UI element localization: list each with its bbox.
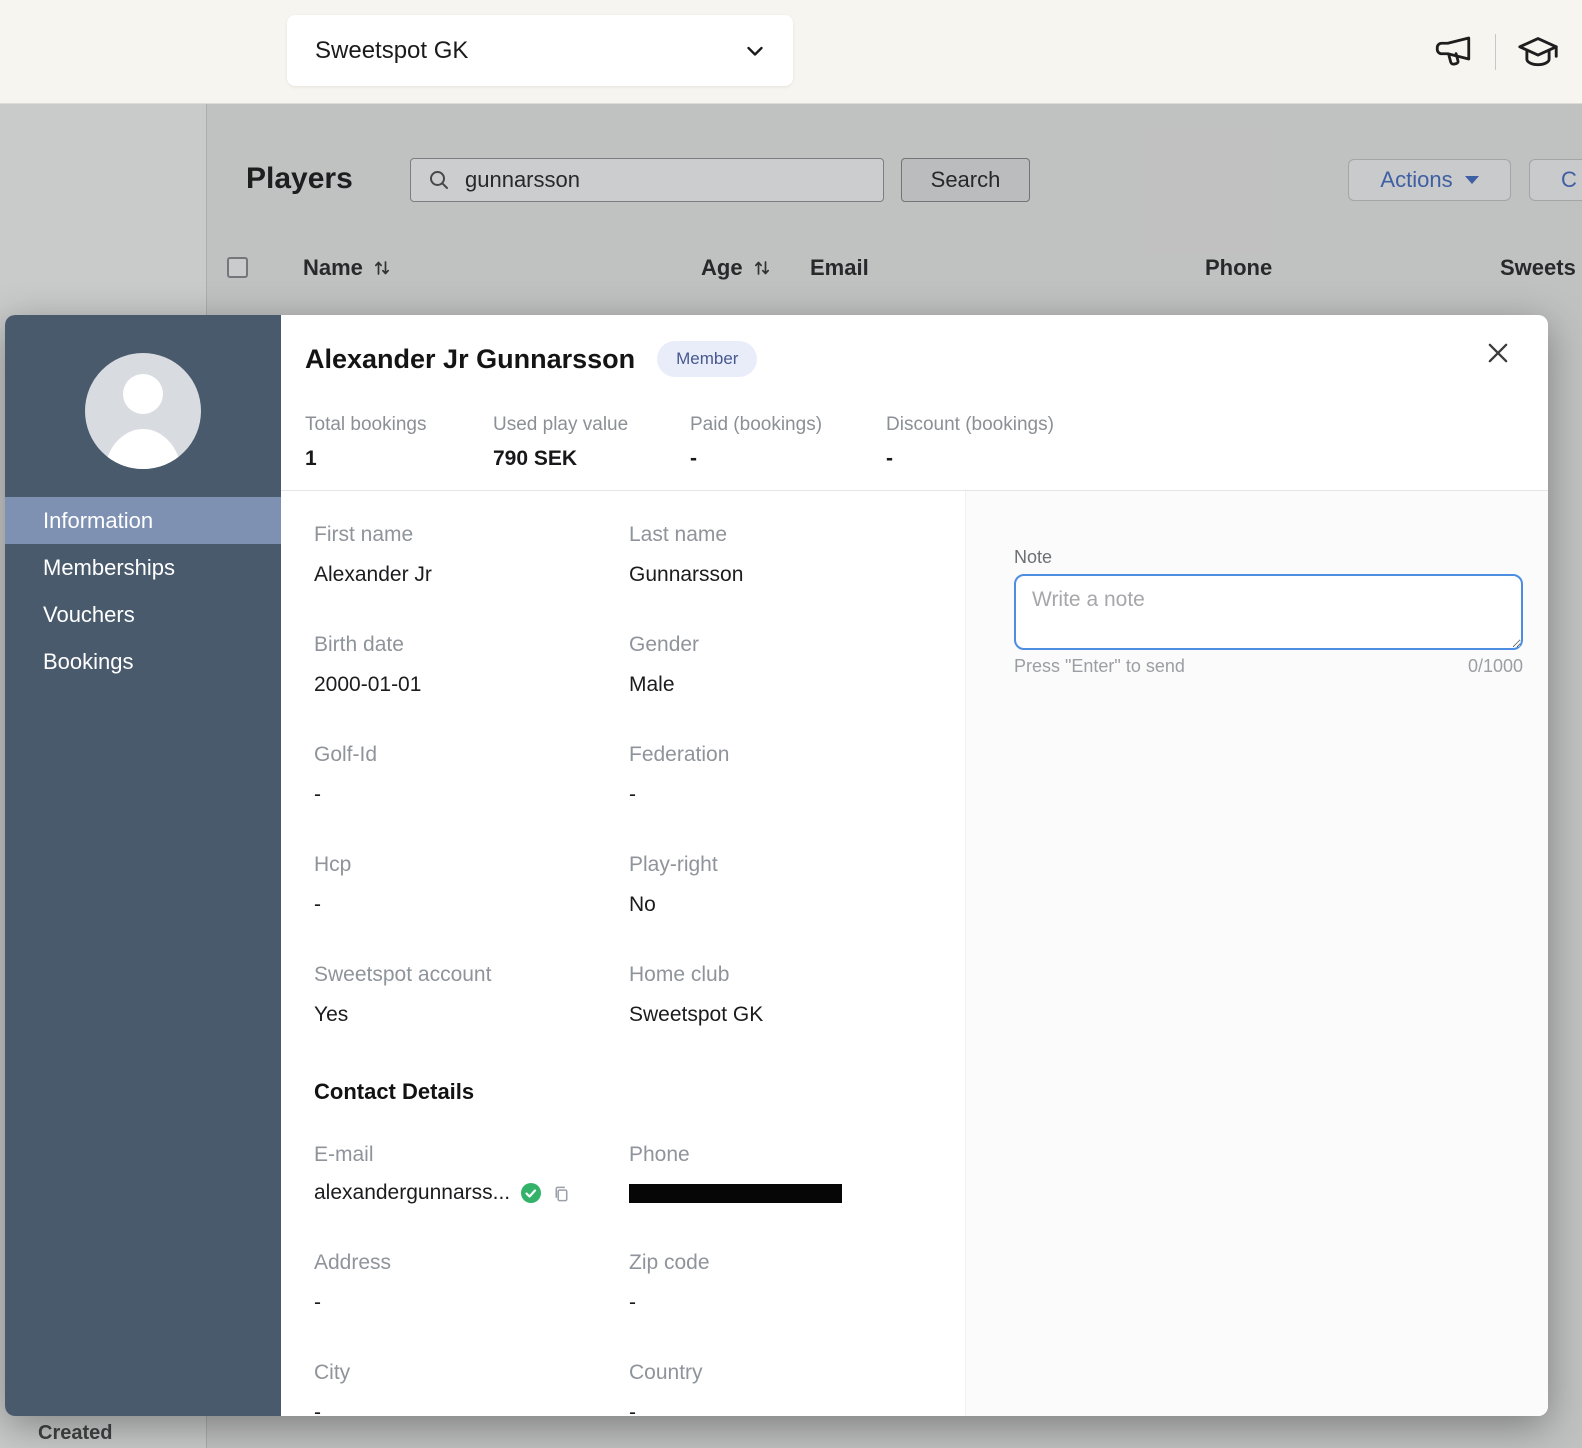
note-char-counter: 0/1000 (1468, 656, 1523, 677)
field-play-right: Play-right No (629, 853, 965, 917)
field-phone: Phone (629, 1143, 965, 1205)
menu-item-memberships-label: Memberships (43, 555, 175, 581)
field-label: Home club (629, 963, 965, 987)
stat-label: Total bookings (305, 414, 477, 436)
contact-details-title: Contact Details (314, 1079, 965, 1105)
field-label: Phone (629, 1143, 965, 1167)
field-value: Gunnarsson (629, 563, 965, 587)
member-badge: Member (657, 341, 757, 377)
player-stats-row: Total bookings 1 Used play value 790 SEK… (305, 414, 1548, 471)
player-name-title: Alexander Jr Gunnarsson (305, 344, 635, 375)
topbar: Sweetspot GK (0, 0, 1582, 104)
field-value: Male (629, 673, 965, 697)
field-value: - (629, 783, 965, 807)
field-label: Country (629, 1361, 965, 1385)
stat-label: Paid (bookings) (690, 414, 870, 436)
field-value: - (314, 783, 629, 807)
field-sweetspot-account: Sweetspot account Yes (314, 963, 629, 1027)
field-value: - (629, 1291, 965, 1315)
stat-discount-bookings: Discount (bookings) - (886, 414, 1070, 471)
stat-used-play-value: Used play value 790 SEK (493, 414, 690, 471)
field-label: Zip code (629, 1251, 965, 1275)
field-federation: Federation - (629, 743, 965, 807)
menu-item-bookings-label: Bookings (43, 649, 134, 675)
menu-item-vouchers-label: Vouchers (43, 602, 135, 628)
field-label: Sweetspot account (314, 963, 629, 987)
field-label: Federation (629, 743, 965, 767)
player-modal-sidebar: Information Memberships Vouchers Booking… (5, 315, 281, 1416)
field-label: Address (314, 1251, 629, 1275)
player-avatar (85, 353, 201, 469)
field-label: First name (314, 523, 629, 547)
avatar-torso (104, 429, 182, 469)
field-label: Play-right (629, 853, 965, 877)
field-home-club: Home club Sweetspot GK (629, 963, 965, 1027)
menu-item-bookings[interactable]: Bookings (5, 638, 281, 685)
field-address: Address - (314, 1251, 629, 1315)
field-label: City (314, 1361, 629, 1385)
field-birth-date: Birth date 2000-01-01 (314, 633, 629, 697)
field-zip-code: Zip code - (629, 1251, 965, 1315)
field-value: Sweetspot GK (629, 1003, 965, 1027)
field-label: Golf-Id (314, 743, 629, 767)
stat-value: 790 SEK (493, 447, 674, 471)
field-value: - (314, 1291, 629, 1315)
field-first-name: First name Alexander Jr (314, 523, 629, 587)
topbar-divider (1495, 34, 1496, 70)
stat-value: - (690, 447, 870, 471)
field-email: E-mail alexandergunnarss... (314, 1143, 629, 1205)
player-modal-header: Alexander Jr Gunnarsson Member Total boo… (281, 315, 1548, 471)
field-label: Last name (629, 523, 965, 547)
club-selector-dropdown[interactable]: Sweetspot GK (287, 15, 793, 86)
chevron-down-icon (743, 39, 767, 63)
email-value: alexandergunnarss... (314, 1181, 510, 1205)
avatar-head (123, 374, 163, 414)
player-detail-modal: Information Memberships Vouchers Booking… (5, 315, 1548, 1416)
verified-icon (520, 1182, 542, 1204)
field-hcp: Hcp - (314, 853, 629, 917)
field-golf-id: Golf-Id - (314, 743, 629, 807)
player-modal-menu: Information Memberships Vouchers Booking… (5, 497, 281, 685)
stat-value: - (886, 447, 1054, 471)
field-value: - (629, 1401, 965, 1416)
copy-icon[interactable] (552, 1184, 571, 1203)
note-panel: Note Press "Enter" to send 0/1000 (965, 491, 1548, 1416)
menu-item-information[interactable]: Information (5, 497, 281, 544)
player-modal-content: Alexander Jr Gunnarsson Member Total boo… (281, 315, 1548, 1416)
note-input[interactable] (1014, 574, 1523, 650)
field-label: Hcp (314, 853, 629, 877)
menu-item-information-label: Information (43, 508, 153, 534)
field-value: Alexander Jr (314, 563, 629, 587)
field-label: Gender (629, 633, 965, 657)
field-value: - (314, 893, 629, 917)
field-country: Country - (629, 1361, 965, 1416)
close-button[interactable] (1480, 335, 1516, 371)
phone-value-redacted (629, 1184, 842, 1203)
close-icon (1484, 339, 1512, 367)
menu-item-memberships[interactable]: Memberships (5, 544, 281, 591)
menu-item-vouchers[interactable]: Vouchers (5, 591, 281, 638)
field-value: No (629, 893, 965, 917)
stat-value: 1 (305, 447, 477, 471)
stat-label: Discount (bookings) (886, 414, 1054, 436)
stat-paid-bookings: Paid (bookings) - (690, 414, 886, 471)
field-value: - (314, 1401, 629, 1416)
stat-total-bookings: Total bookings 1 (305, 414, 493, 471)
field-label: E-mail (314, 1143, 629, 1167)
stat-label: Used play value (493, 414, 674, 436)
note-label: Note (1014, 547, 1548, 568)
club-selector-label: Sweetspot GK (315, 37, 468, 65)
field-city: City - (314, 1361, 629, 1416)
education-icon[interactable] (1514, 28, 1562, 76)
announcements-icon[interactable] (1429, 28, 1477, 76)
field-last-name: Last name Gunnarsson (629, 523, 965, 587)
player-info-fields: First name Alexander Jr Last name Gunnar… (281, 491, 965, 1416)
field-value: 2000-01-01 (314, 673, 629, 697)
note-hint: Press "Enter" to send (1014, 656, 1185, 677)
field-value: Yes (314, 1003, 629, 1027)
field-gender: Gender Male (629, 633, 965, 697)
field-label: Birth date (314, 633, 629, 657)
